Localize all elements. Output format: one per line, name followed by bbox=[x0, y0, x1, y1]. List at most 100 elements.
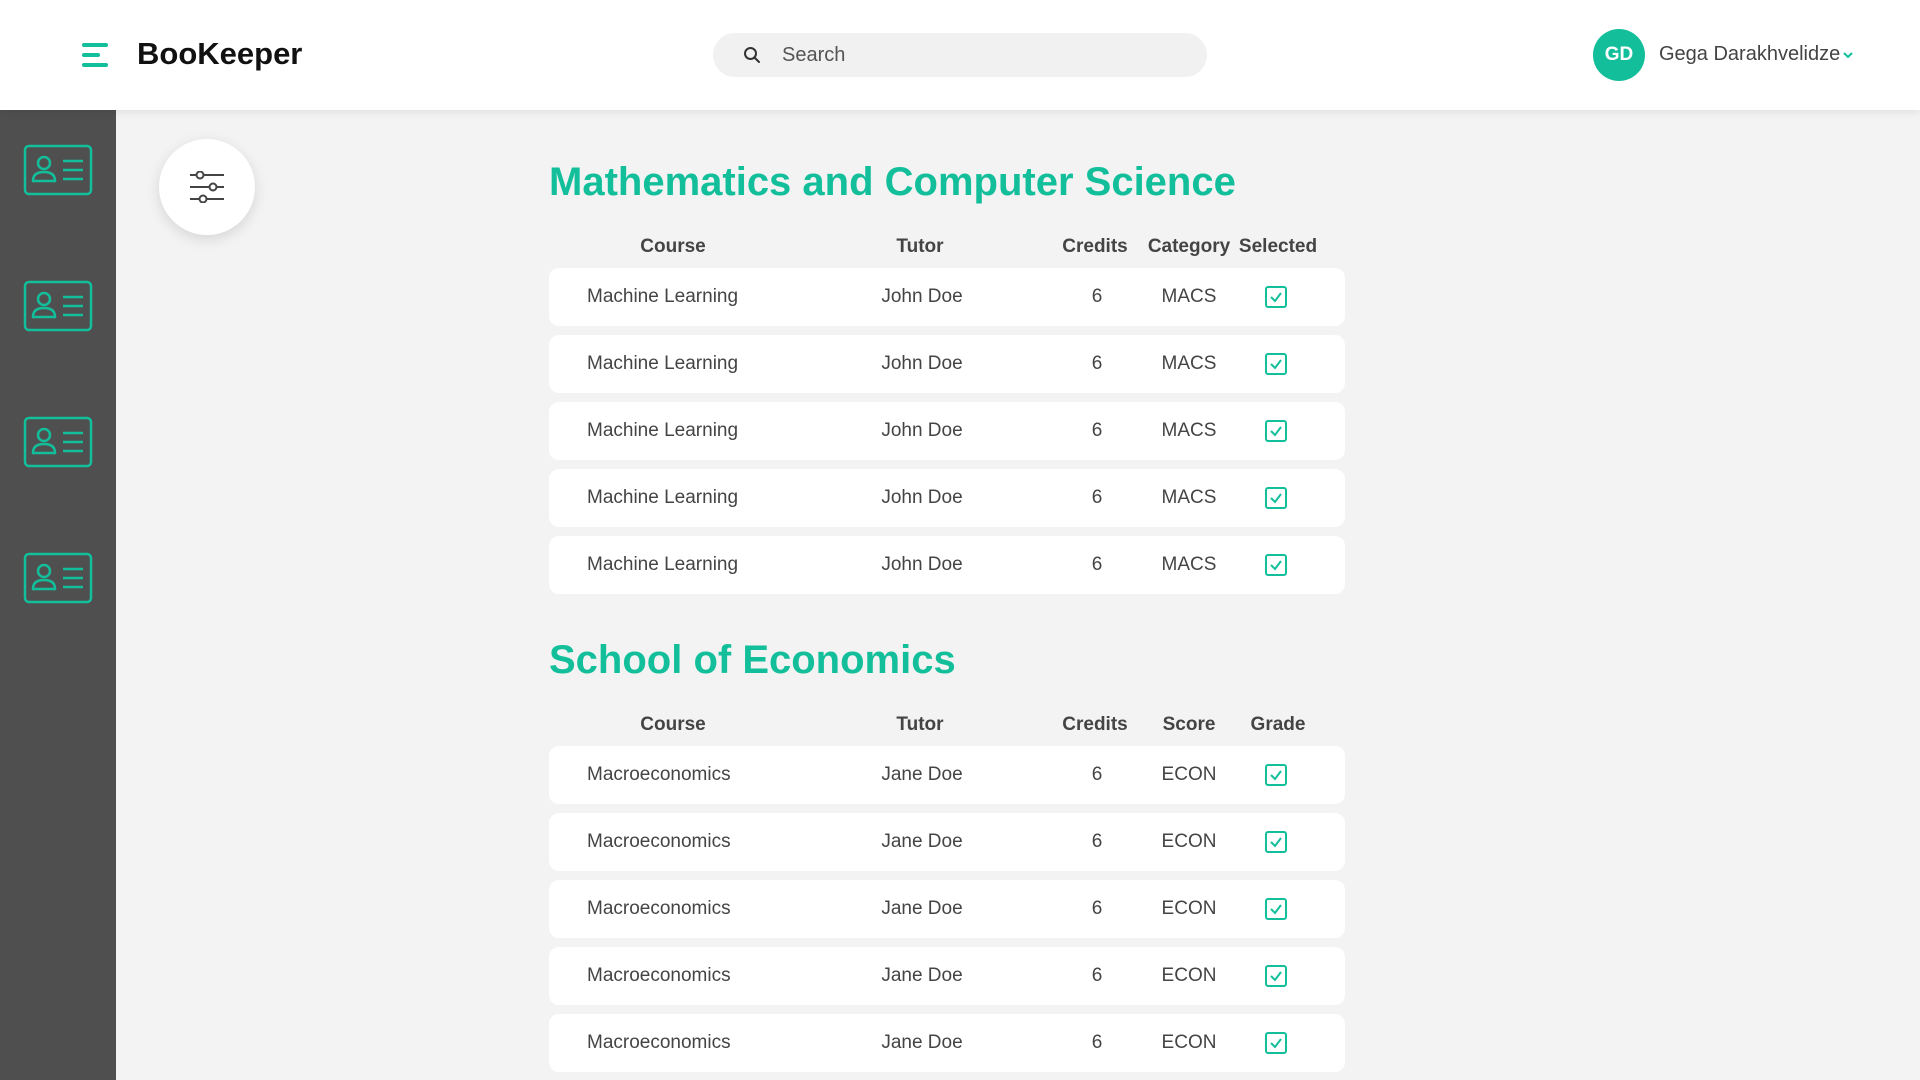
grade-checkbox[interactable] bbox=[1265, 764, 1287, 786]
tutor-cell: John Doe bbox=[881, 554, 963, 575]
checkmark-icon bbox=[1270, 770, 1282, 781]
table-row[interactable]: Machine Learning John Doe 6 MACS bbox=[549, 402, 1345, 460]
course-cell: Machine Learning bbox=[587, 554, 739, 575]
column-header-grade: Grade bbox=[1250, 714, 1306, 735]
tutor-cell: Jane Doe bbox=[881, 1032, 963, 1053]
checkmark-icon bbox=[1270, 426, 1282, 437]
table-row[interactable]: Macroeconomics Jane Doe 6 ECON bbox=[549, 813, 1345, 871]
column-header-category: Category bbox=[1147, 236, 1231, 257]
column-header-course: Course bbox=[640, 714, 706, 735]
category-cell: ECON bbox=[1161, 1032, 1217, 1053]
tutor-cell: Jane Doe bbox=[881, 831, 963, 852]
contact-card-icon[interactable] bbox=[23, 552, 93, 604]
user-name[interactable]: Gega Darakhvelidze bbox=[1659, 43, 1840, 66]
selected-checkbox[interactable] bbox=[1265, 487, 1287, 509]
selected-checkbox[interactable] bbox=[1265, 286, 1287, 308]
category-cell: ECON bbox=[1161, 965, 1217, 986]
column-header-credits: Credits bbox=[1062, 236, 1128, 257]
course-cell: Macroeconomics bbox=[587, 898, 731, 919]
table-row[interactable]: Macroeconomics Jane Doe 6 ECON bbox=[549, 746, 1345, 804]
tutor-cell: Jane Doe bbox=[881, 965, 963, 986]
course-cell: Macroeconomics bbox=[587, 764, 731, 785]
credits-cell: 6 bbox=[1091, 286, 1103, 307]
selected-checkbox[interactable] bbox=[1265, 420, 1287, 442]
tutor-cell: John Doe bbox=[881, 286, 963, 307]
app-logo[interactable]: BooKeeper bbox=[137, 36, 302, 72]
section-title: School of Economics bbox=[549, 638, 956, 682]
course-cell: Macroeconomics bbox=[587, 965, 731, 986]
column-header-selected: Selected bbox=[1238, 236, 1318, 257]
category-cell: ECON bbox=[1161, 831, 1217, 852]
category-cell: ECON bbox=[1161, 898, 1217, 919]
grade-checkbox[interactable] bbox=[1265, 831, 1287, 853]
credits-cell: 6 bbox=[1091, 898, 1103, 919]
table-row[interactable]: Machine Learning John Doe 6 MACS bbox=[549, 335, 1345, 393]
course-cell: Machine Learning bbox=[587, 286, 739, 307]
credits-cell: 6 bbox=[1091, 965, 1103, 986]
checkmark-icon bbox=[1270, 904, 1282, 915]
checkmark-icon bbox=[1270, 971, 1282, 982]
course-cell: Machine Learning bbox=[587, 420, 739, 441]
category-cell: MACS bbox=[1161, 420, 1217, 441]
credits-cell: 6 bbox=[1091, 831, 1103, 852]
checkmark-icon bbox=[1270, 359, 1282, 370]
column-header-tutor: Tutor bbox=[896, 236, 944, 257]
contact-card-icon[interactable] bbox=[23, 280, 93, 332]
column-header-score: Score bbox=[1162, 714, 1216, 735]
section-title: Mathematics and Computer Science bbox=[549, 160, 1236, 204]
credits-cell: 6 bbox=[1091, 1032, 1103, 1053]
checkmark-icon bbox=[1270, 493, 1282, 504]
contact-card-icon[interactable] bbox=[23, 144, 93, 196]
table-row[interactable]: Machine Learning John Doe 6 MACS bbox=[549, 268, 1345, 326]
table-row[interactable]: Machine Learning John Doe 6 MACS bbox=[549, 469, 1345, 527]
search-input[interactable]: Search bbox=[782, 44, 845, 67]
credits-cell: 6 bbox=[1091, 353, 1103, 374]
column-header-course: Course bbox=[640, 236, 706, 257]
selected-checkbox[interactable] bbox=[1265, 554, 1287, 576]
table-row[interactable]: Machine Learning John Doe 6 MACS bbox=[549, 536, 1345, 594]
checkmark-icon bbox=[1270, 837, 1282, 848]
section-economics: School of Economics Course Tutor Credits… bbox=[549, 638, 1345, 1078]
checkmark-icon bbox=[1270, 292, 1282, 303]
contact-card-icon[interactable] bbox=[23, 416, 93, 468]
filter-button[interactable] bbox=[159, 139, 255, 235]
course-cell: Macroeconomics bbox=[587, 831, 731, 852]
tutor-cell: John Doe bbox=[881, 353, 963, 374]
sidebar bbox=[0, 110, 116, 1080]
course-cell: Machine Learning bbox=[587, 353, 739, 374]
hamburger-menu-icon[interactable] bbox=[78, 40, 112, 70]
tutor-cell: Jane Doe bbox=[881, 898, 963, 919]
credits-cell: 6 bbox=[1091, 764, 1103, 785]
section-macs: Mathematics and Computer Science Course … bbox=[549, 160, 1345, 600]
table-row[interactable]: Macroeconomics Jane Doe 6 ECON bbox=[549, 947, 1345, 1005]
selected-checkbox[interactable] bbox=[1265, 353, 1287, 375]
chevron-down-icon[interactable] bbox=[1841, 49, 1855, 61]
category-cell: MACS bbox=[1161, 487, 1217, 508]
credits-cell: 6 bbox=[1091, 420, 1103, 441]
tutor-cell: John Doe bbox=[881, 420, 963, 441]
credits-cell: 6 bbox=[1091, 554, 1103, 575]
table-row[interactable]: Macroeconomics Jane Doe 6 ECON bbox=[549, 1014, 1345, 1072]
user-avatar[interactable]: GD bbox=[1593, 29, 1645, 81]
top-header: BooKeeper Search GD Gega Darakhvelidze bbox=[0, 0, 1920, 110]
column-header-tutor: Tutor bbox=[896, 714, 944, 735]
table-row[interactable]: Macroeconomics Jane Doe 6 ECON bbox=[549, 880, 1345, 938]
sliders-icon bbox=[190, 171, 224, 203]
column-header-credits: Credits bbox=[1062, 714, 1128, 735]
search-icon bbox=[744, 47, 760, 63]
category-cell: MACS bbox=[1161, 554, 1217, 575]
category-cell: MACS bbox=[1161, 286, 1217, 307]
tutor-cell: Jane Doe bbox=[881, 764, 963, 785]
category-cell: MACS bbox=[1161, 353, 1217, 374]
category-cell: ECON bbox=[1161, 764, 1217, 785]
credits-cell: 6 bbox=[1091, 487, 1103, 508]
checkmark-icon bbox=[1270, 1038, 1282, 1049]
checkmark-icon bbox=[1270, 560, 1282, 571]
course-cell: Machine Learning bbox=[587, 487, 739, 508]
course-cell: Macroeconomics bbox=[587, 1032, 731, 1053]
grade-checkbox[interactable] bbox=[1265, 965, 1287, 987]
tutor-cell: John Doe bbox=[881, 487, 963, 508]
grade-checkbox[interactable] bbox=[1265, 898, 1287, 920]
search-bar[interactable]: Search bbox=[713, 33, 1207, 77]
grade-checkbox[interactable] bbox=[1265, 1032, 1287, 1054]
